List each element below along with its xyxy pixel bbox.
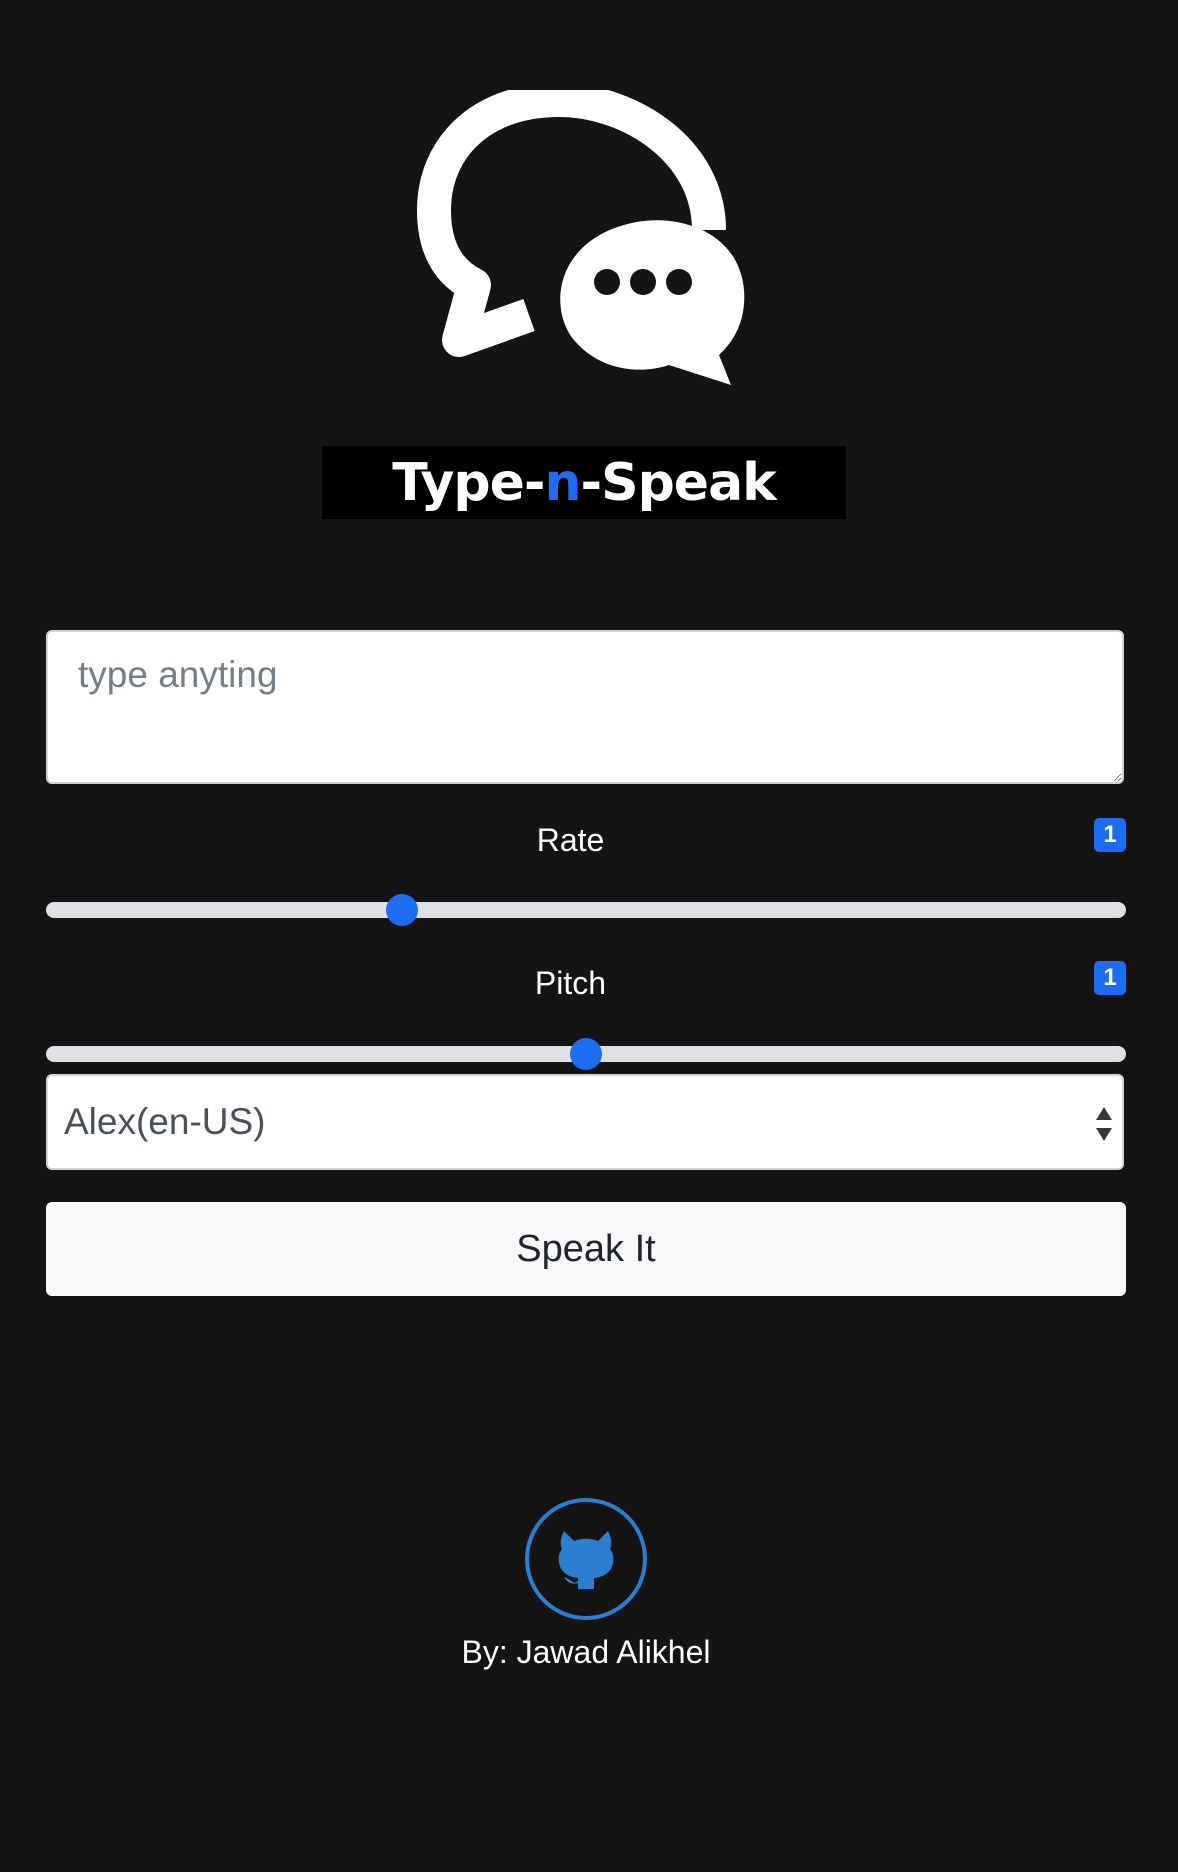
github-icon bbox=[558, 1531, 614, 1589]
author-credit: By: Jawad Alikhel bbox=[461, 1634, 711, 1670]
logo-title-part2: -Speak bbox=[580, 452, 777, 513]
speech-bubbles-icon bbox=[417, 90, 745, 385]
pitch-slider[interactable] bbox=[46, 1038, 1126, 1070]
speak-it-button[interactable]: Speak It bbox=[46, 1202, 1126, 1296]
logo-title: Type-n-Speak bbox=[392, 452, 777, 513]
logo-title-box: Type-n-Speak bbox=[322, 446, 846, 519]
pitch-slider-thumb[interactable] bbox=[570, 1038, 602, 1070]
voice-select-value: Alex(en-US) bbox=[64, 1101, 266, 1142]
select-arrows-icon bbox=[1096, 1107, 1112, 1141]
rate-value-badge: 1 bbox=[1094, 818, 1126, 852]
voice-select[interactable]: Alex(en-US) bbox=[46, 1074, 1124, 1170]
github-link[interactable] bbox=[525, 1498, 647, 1620]
logo-title-accent: n bbox=[544, 452, 582, 513]
logo-title-part1: Type- bbox=[392, 452, 545, 513]
pitch-label: Pitch bbox=[534, 965, 607, 1001]
rate-slider-thumb[interactable] bbox=[386, 894, 419, 926]
text-input[interactable] bbox=[46, 630, 1124, 784]
logo bbox=[0, 90, 1178, 440]
app-page: Type-n-Speak Rate 1 Pitch 1 Alex(en-US) … bbox=[0, 0, 1178, 1872]
rate-slider[interactable] bbox=[46, 894, 1126, 926]
rate-label: Rate bbox=[536, 822, 605, 858]
pitch-value-badge: 1 bbox=[1094, 961, 1126, 995]
